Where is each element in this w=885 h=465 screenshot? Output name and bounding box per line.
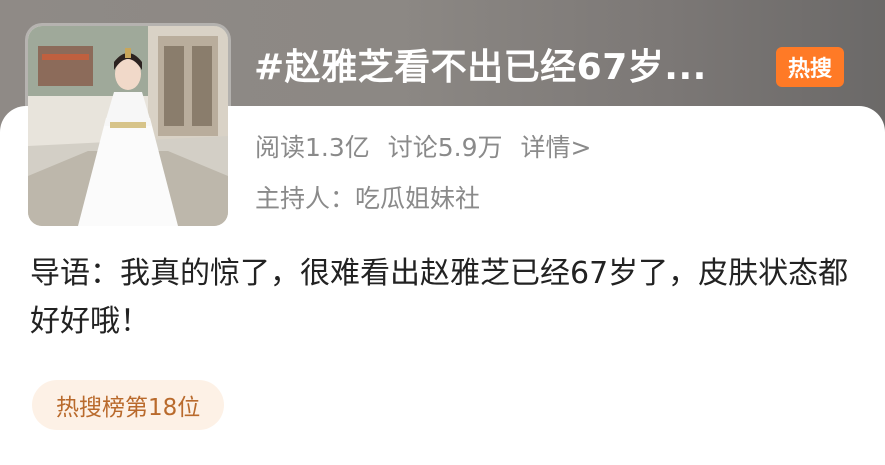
topic-cover-image[interactable] [28, 26, 228, 226]
host-info[interactable]: 主持人：吃瓜姐妹社 [255, 179, 480, 215]
hot-search-badge: 热搜 [776, 47, 844, 87]
read-count: 阅读1.3亿 [255, 133, 370, 162]
topic-lead-text: 导语：我真的惊了，很难看出赵雅芝已经67岁了，皮肤状态都好好哦！ [30, 256, 849, 339]
cover-photo-illustration [28, 26, 228, 226]
topic-stats-row: 阅读1.3亿 讨论5.9万 详情> [255, 128, 609, 164]
topic-title[interactable]: #赵雅芝看不出已经67岁... [254, 38, 707, 90]
hot-rank-chip[interactable]: 热搜榜第18位 [32, 380, 225, 430]
detail-link[interactable]: 详情> [521, 128, 592, 164]
discuss-count: 讨论5.9万 [387, 133, 503, 162]
